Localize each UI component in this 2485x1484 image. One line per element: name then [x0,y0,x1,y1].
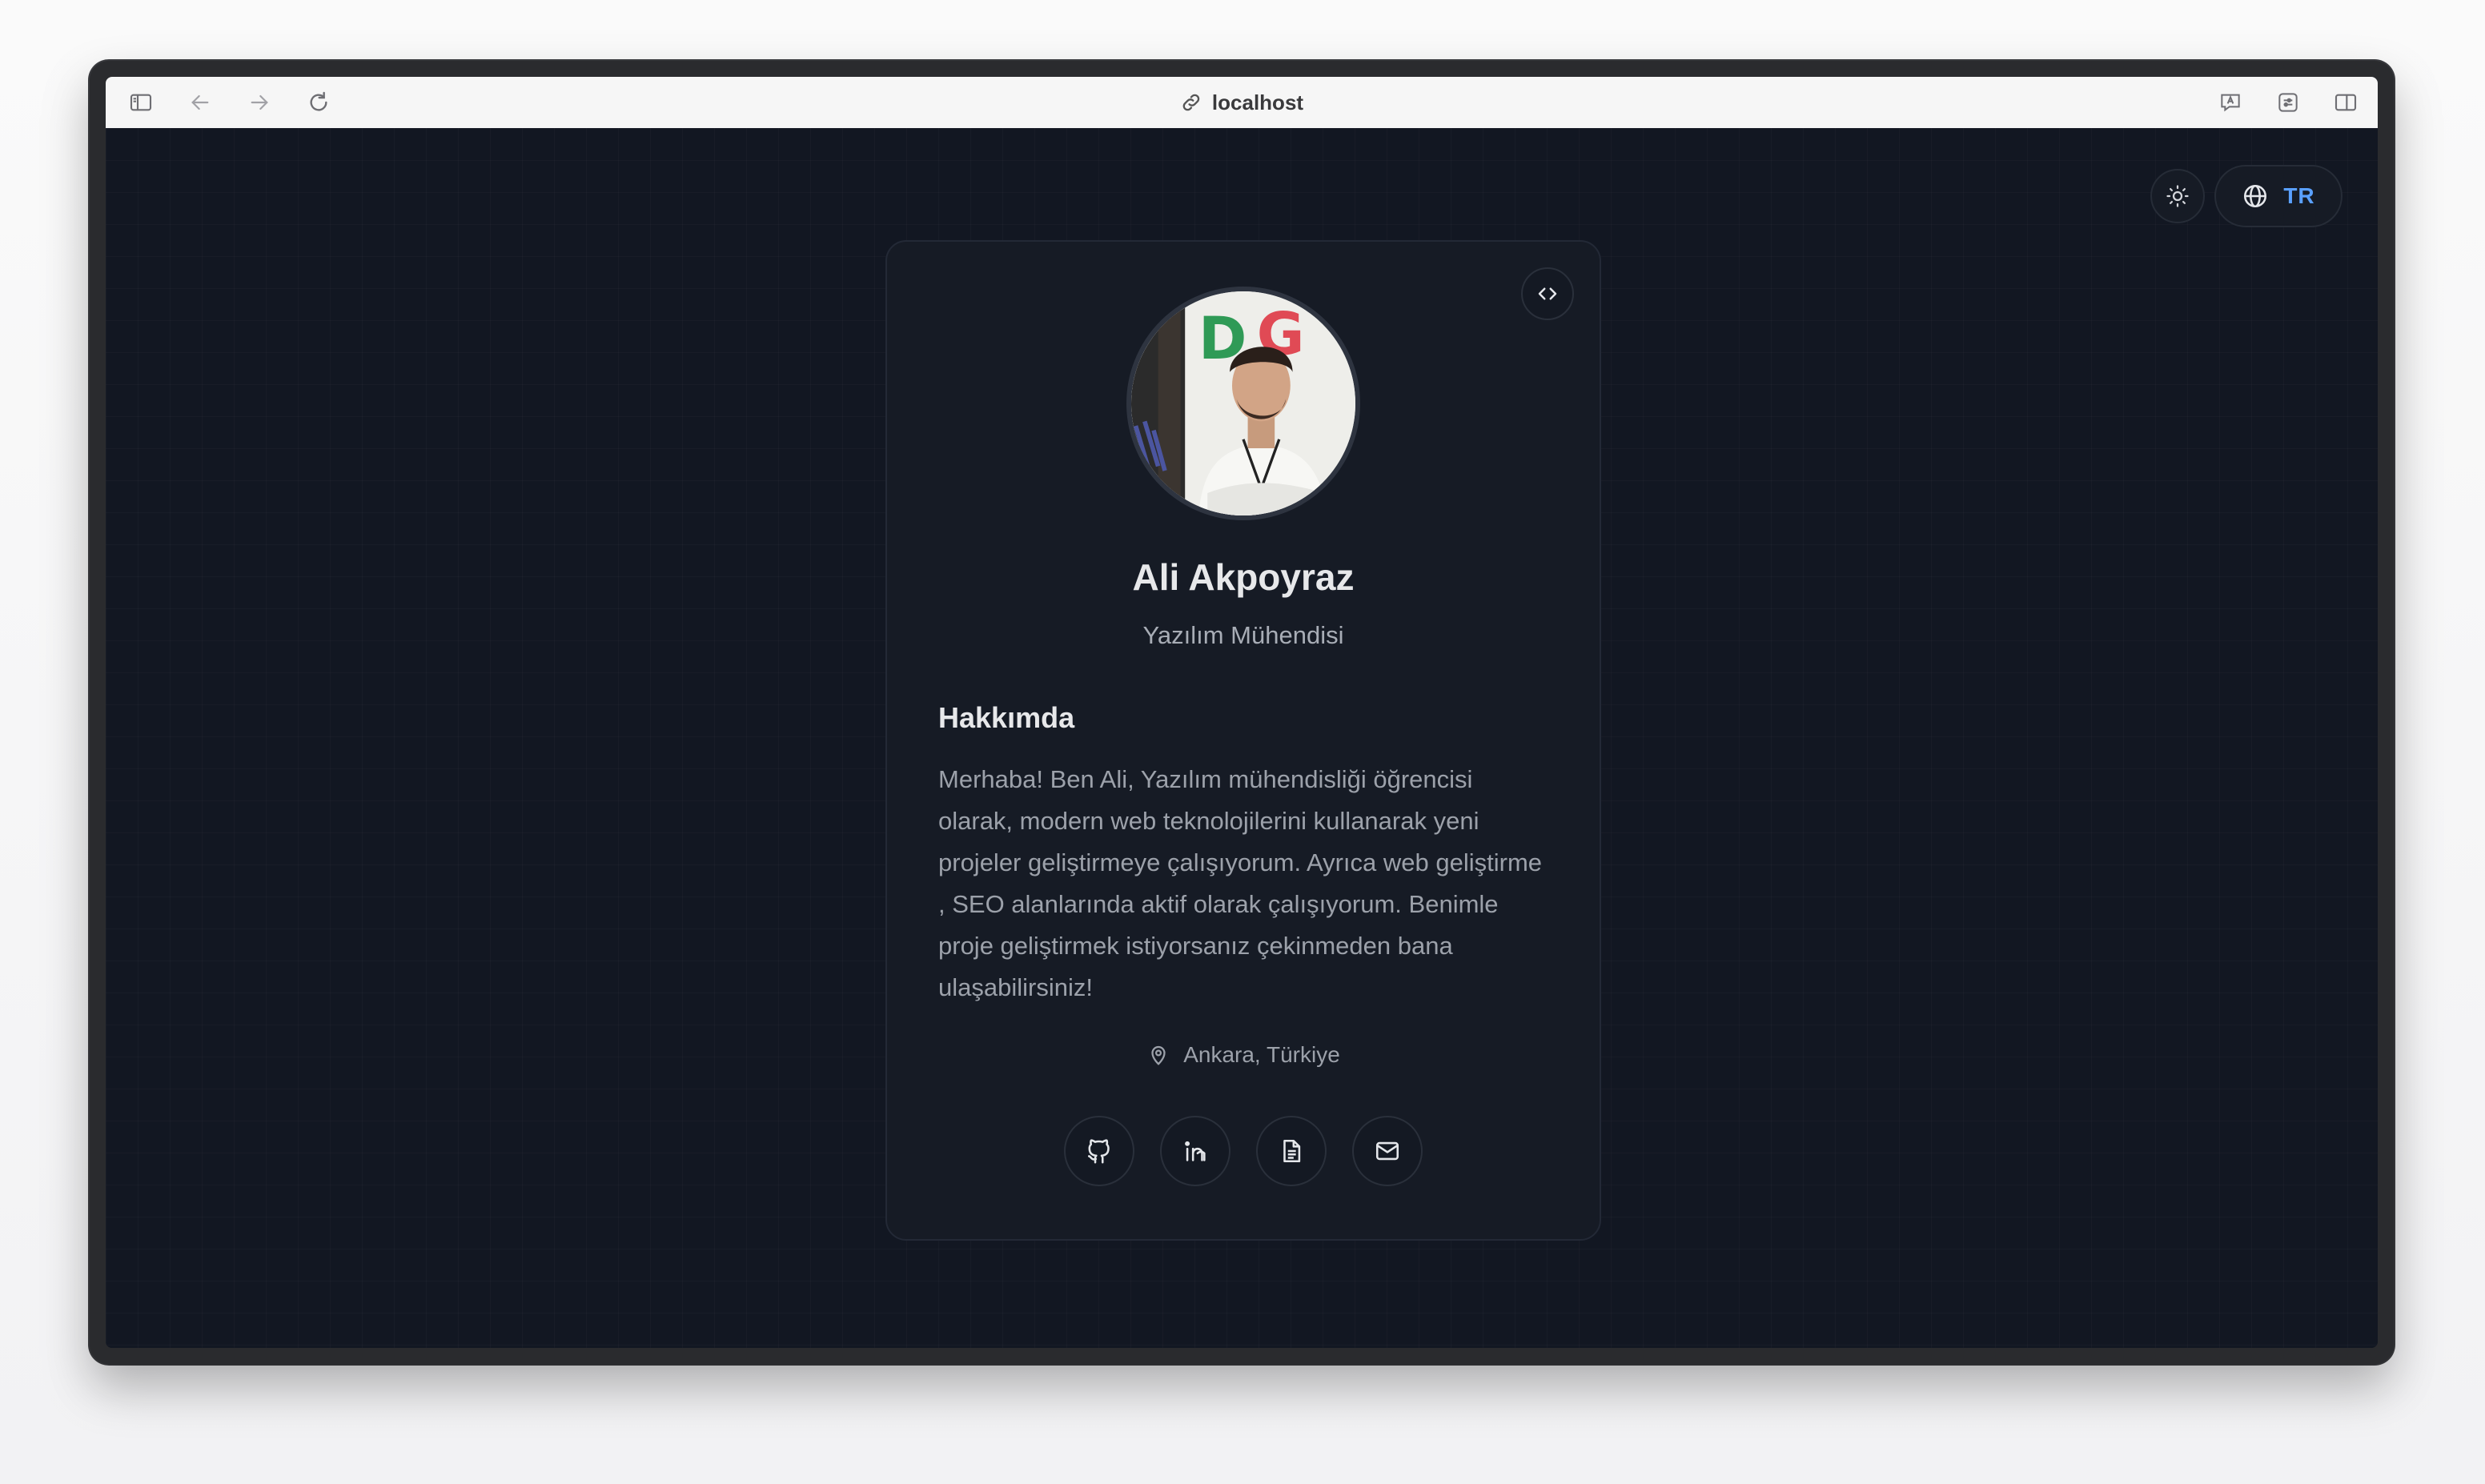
browser-window: localhost TR D G Ali Akpoyraz Yazılım Mü… [90,61,2394,1364]
browser-toolbar: localhost [106,77,2378,129]
globe-icon [2244,184,2267,208]
theme-toggle-button[interactable] [2150,169,2205,223]
profile-card: D G Ali Akpoyraz Yazılım Mühendisi Hakkı… [885,240,1601,1241]
location-text: Ankara, Türkiye [1183,1042,1340,1067]
split-view-icon[interactable] [2330,86,2362,118]
profile-role: Yazılım Mühendisi [1142,621,1344,649]
desktop: localhost TR D G Ali Akpoyraz Yazılım Mü… [0,0,2485,1484]
linkedin-button[interactable] [1160,1116,1230,1186]
sun-icon [2166,185,2189,207]
language-toggle-button[interactable]: TR [2214,165,2342,227]
source-code-button[interactable] [1521,267,1574,320]
linkedin-icon [1185,1141,1206,1161]
social-links [887,1116,1600,1186]
email-button[interactable] [1352,1116,1423,1186]
code-brackets-icon [1538,287,1557,300]
link-icon [1182,94,1200,111]
address-bar[interactable]: localhost [1164,85,1319,120]
sidebar-toggle-icon[interactable] [125,86,157,118]
top-controls: TR [2150,165,2342,227]
extensions-icon[interactable] [2272,86,2304,118]
map-pin-icon [1151,1045,1166,1065]
resume-button[interactable] [1256,1116,1327,1186]
back-arrow-icon[interactable] [184,86,216,118]
profile-name: Ali Akpoyraz [1132,556,1355,598]
translate-icon[interactable] [2214,86,2246,118]
forward-arrow-icon[interactable] [243,86,275,118]
document-icon [1283,1139,1301,1163]
mail-icon [1375,1141,1399,1161]
about-heading: Hakkımda [938,701,1075,734]
address-text: localhost [1211,90,1304,114]
reload-icon[interactable] [303,86,335,118]
location: Ankara, Türkiye [887,1042,1600,1068]
avatar: D G [1126,287,1360,520]
page-content: TR D G Ali Akpoyraz Yazılım Mühendisi Ha… [106,128,2378,1348]
browser-viewport: localhost TR D G Ali Akpoyraz Yazılım Mü… [106,77,2378,1348]
language-code: TR [2283,183,2315,208]
github-button[interactable] [1064,1116,1134,1186]
about-paragraph: Merhaba! Ben Ali, Yazılım mühendisliği ö… [938,765,1543,1001]
github-icon [1087,1139,1110,1164]
